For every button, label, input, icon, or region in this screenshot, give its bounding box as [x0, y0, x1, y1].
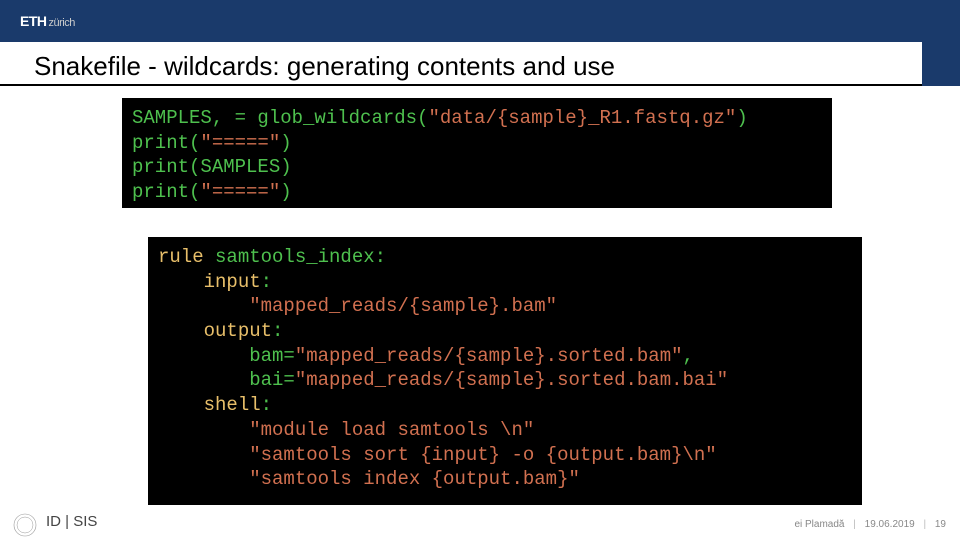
- shell-colon: :: [261, 394, 272, 416]
- code-block-samples: SAMPLES, = glob_wildcards("data/{sample}…: [122, 98, 832, 208]
- c1-l2b: "=====": [200, 132, 280, 154]
- input-kw: input: [204, 271, 261, 293]
- c1-l3a: print(SAMPLES): [132, 156, 292, 178]
- out-bam-key: bam=: [249, 345, 295, 367]
- title-row: Snakefile - wildcards: generating conten…: [0, 42, 960, 86]
- out-bai-key: bai=: [249, 369, 295, 391]
- c1-l4b: "=====": [200, 181, 280, 203]
- c1-l1b: "data/{sample}_R1.fastq.gz": [428, 107, 736, 129]
- input-val: "mapped_reads/{sample}.bam": [249, 295, 557, 317]
- c1-l4c: ): [280, 181, 291, 203]
- c1-l2a: print(: [132, 132, 200, 154]
- comma1: ,: [683, 345, 694, 367]
- code-block-rule: rule samtools_index: input: "mapped_read…: [148, 237, 862, 505]
- logo-main: ETH: [20, 13, 47, 29]
- footer-date: 19.06.2019: [865, 519, 915, 530]
- rule-kw: rule: [158, 246, 204, 268]
- footer-sep2: |: [923, 519, 926, 530]
- footer-right: ei Plamadă | 19.06.2019 | 19: [794, 519, 946, 530]
- footer-page: 19: [935, 519, 946, 530]
- c1-l1a: SAMPLES, = glob_wildcards(: [132, 107, 428, 129]
- output-kw: output: [204, 320, 272, 342]
- c1-l1c: ): [736, 107, 747, 129]
- rule-name: samtools_index:: [204, 246, 386, 268]
- accent-block: [922, 42, 960, 86]
- header-bar: ETHzürich: [0, 0, 960, 42]
- eth-logo: ETHzürich: [20, 13, 75, 29]
- footer-sep1: |: [853, 519, 856, 530]
- footer-author: ei Plamadă: [794, 519, 844, 530]
- sh1: "module load samtools \n": [249, 419, 534, 441]
- footer-left: ID | SIS: [46, 513, 97, 530]
- logo-sub: zürich: [49, 17, 75, 29]
- out-bai-val: "mapped_reads/{sample}.sorted.bam.bai": [295, 369, 728, 391]
- sh2: "samtools sort {input} -o {output.bam}\n…: [249, 444, 716, 466]
- page-title: Snakefile - wildcards: generating conten…: [0, 43, 922, 86]
- out-bam-val: "mapped_reads/{sample}.sorted.bam": [295, 345, 683, 367]
- input-colon: :: [261, 271, 272, 293]
- output-colon: :: [272, 320, 283, 342]
- shell-kw: shell: [204, 394, 261, 416]
- c1-l4a: print(: [132, 181, 200, 203]
- c1-l2c: ): [280, 132, 291, 154]
- sh3: "samtools index {output.bam}": [249, 468, 580, 490]
